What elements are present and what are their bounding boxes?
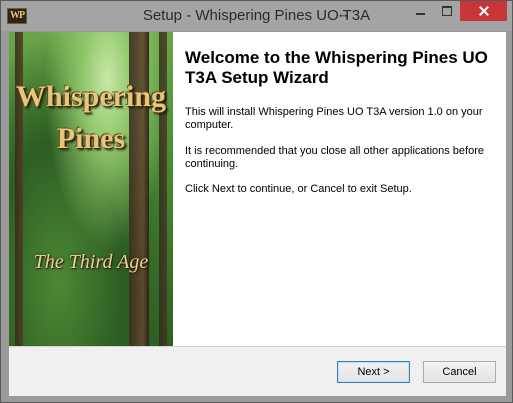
- title-bar[interactable]: WP Setup - Whispering Pines UO T3A ↔: [1, 1, 512, 31]
- install-info-text: This will install Whispering Pines UO T3…: [185, 106, 483, 131]
- close-button[interactable]: [460, 1, 507, 21]
- minimize-button[interactable]: [407, 1, 434, 21]
- instruction-text: Click Next to continue, or Cancel to exi…: [185, 183, 412, 195]
- wizard-banner-image: Whispering Pines The Third Age: [9, 32, 173, 346]
- maximize-button[interactable]: [434, 1, 460, 21]
- banner-title-pines: Pines: [56, 122, 126, 155]
- mouse-cursor-icon: ↔: [337, 6, 350, 21]
- banner-subtitle: The Third Age: [33, 251, 149, 273]
- next-button[interactable]: Next >: [337, 361, 410, 383]
- setup-window: WP Setup - Whispering Pines UO T3A ↔ Whi…: [0, 0, 513, 403]
- banner-title-whispering: Whispering: [15, 80, 167, 113]
- recommendation-text: It is recommended that you close all oth…: [185, 145, 484, 170]
- wizard-client-area: Whispering Pines The Third Age Welcome t…: [9, 32, 506, 396]
- wizard-footer: Next > Cancel: [9, 347, 506, 396]
- welcome-heading: Welcome to the Whispering Pines UO T3A S…: [185, 48, 488, 87]
- cancel-button[interactable]: Cancel: [423, 361, 496, 383]
